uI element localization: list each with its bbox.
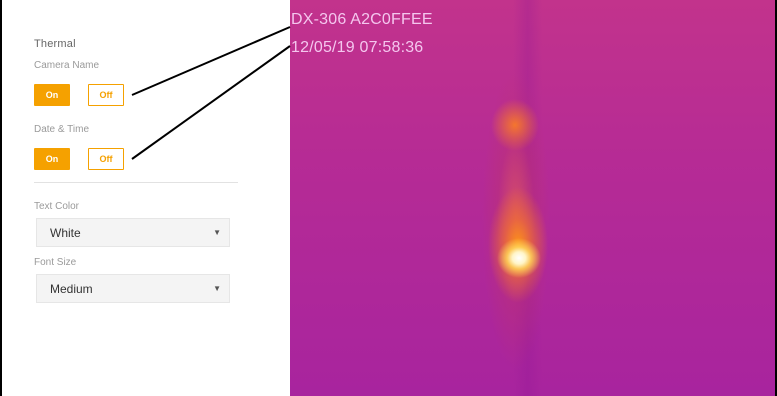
callout-line-datetime bbox=[131, 45, 291, 160]
callout-lines bbox=[131, 26, 291, 160]
callout-line-camera-name bbox=[131, 26, 291, 96]
